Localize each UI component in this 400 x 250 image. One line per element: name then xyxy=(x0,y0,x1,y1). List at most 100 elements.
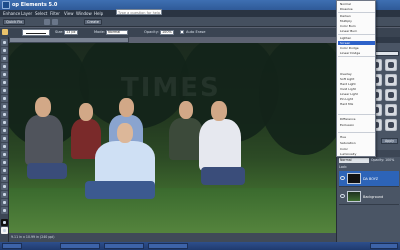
blend-option-hue[interactable]: Hue xyxy=(338,135,375,139)
layer-thumbnail xyxy=(347,173,361,184)
blend-option-color-dodge[interactable]: Color Dodge xyxy=(338,46,375,50)
os-taskbar xyxy=(0,242,400,250)
gradient-tool-icon[interactable] xyxy=(1,183,8,190)
mode-select[interactable]: Normal xyxy=(106,30,128,35)
help-search-input[interactable] xyxy=(117,11,161,15)
taskbar-start-button[interactable] xyxy=(2,243,22,249)
taskbar-item[interactable] xyxy=(60,243,100,249)
create-label: Create xyxy=(87,20,99,24)
blend-option-linear-dodge[interactable]: Linear Dodge xyxy=(338,51,375,55)
undo-icon[interactable] xyxy=(44,19,50,25)
blend-option-difference[interactable]: Difference xyxy=(338,117,375,121)
photo-canvas[interactable]: TIMES xyxy=(9,43,336,233)
taskbar-item[interactable] xyxy=(104,243,144,249)
blend-option-luminosity[interactable]: Luminosity xyxy=(338,152,375,156)
blend-option-hard-mix[interactable]: Hard Mix xyxy=(338,102,375,106)
foreground-color-swatch[interactable] xyxy=(1,219,8,226)
crop-tool-icon[interactable] xyxy=(1,111,8,118)
menu-item-select[interactable]: Select xyxy=(35,11,47,16)
menu-separator xyxy=(338,114,375,115)
layer-row-background[interactable]: Background xyxy=(339,189,399,205)
lasso-tool-icon[interactable] xyxy=(1,79,8,86)
tree-foliage xyxy=(259,43,336,155)
shape-tool-icon[interactable] xyxy=(1,191,8,198)
layer-opacity-label[interactable]: Opacity: 100% xyxy=(371,158,394,162)
blend-option-darken[interactable]: Darken xyxy=(338,14,375,18)
style-swatch[interactable] xyxy=(385,104,397,116)
blend-option-screen[interactable]: Screen xyxy=(338,41,375,45)
blend-option-normal[interactable]: Normal xyxy=(338,2,375,6)
background-color-swatch[interactable] xyxy=(1,227,8,234)
cookie-cutter-tool-icon[interactable] xyxy=(1,119,8,126)
blend-option-dissolve[interactable]: Dissolve xyxy=(338,7,375,11)
style-swatch[interactable] xyxy=(385,89,397,101)
blend-option-hard-light[interactable]: Hard Light xyxy=(338,82,375,86)
quick-fix-label: Quick Fix xyxy=(6,20,23,24)
blend-option-color-burn[interactable]: Color Burn xyxy=(338,24,375,28)
quick-fix-button[interactable]: Quick Fix xyxy=(3,19,26,25)
redo-icon[interactable] xyxy=(52,19,58,25)
opacity-field[interactable]: 100% xyxy=(160,30,174,35)
red-eye-tool-icon[interactable] xyxy=(1,127,8,134)
sponge-tool-icon[interactable] xyxy=(1,207,8,214)
app-title: op Elements 5.0 xyxy=(12,2,58,8)
blend-option-multiply[interactable]: Multiply xyxy=(338,19,375,23)
layer-lock-label: Lock: xyxy=(339,165,348,169)
blend-option-lighten[interactable]: Lighten xyxy=(338,36,375,40)
menu-separator xyxy=(338,34,375,35)
style-swatch[interactable] xyxy=(385,74,397,86)
blend-option-saturation[interactable]: Saturation xyxy=(338,141,375,145)
menu-item-enhance[interactable]: Enhance xyxy=(3,11,20,16)
blend-option-color[interactable]: Color xyxy=(338,147,375,151)
move-tool-icon[interactable] xyxy=(1,39,8,46)
blend-option-overlay[interactable]: Overlay xyxy=(338,72,375,76)
type-tool-icon[interactable] xyxy=(1,103,8,110)
brush-preview[interactable] xyxy=(22,29,50,36)
menu-item-filter[interactable]: Filter xyxy=(50,11,60,16)
status-bar: 9.11 in x 10.99 in (240 ppi) xyxy=(9,233,336,242)
menu-item-layer[interactable]: Layer xyxy=(21,11,32,16)
taskbar-item[interactable] xyxy=(148,243,188,249)
eraser-tool-icon[interactable] xyxy=(1,151,8,158)
eye-icon[interactable] xyxy=(340,194,345,198)
paint-bucket-tool-icon[interactable] xyxy=(1,175,8,182)
apply-button[interactable]: Apply xyxy=(381,138,398,144)
style-swatch[interactable] xyxy=(385,119,397,131)
menu-item-window[interactable]: Window xyxy=(76,11,92,16)
size-field[interactable]: 13 px xyxy=(64,30,78,35)
magic-wand-tool-icon[interactable] xyxy=(1,87,8,94)
layer-row-da-boyz[interactable]: DA BOYZ xyxy=(339,171,399,187)
blend-option-exclusion[interactable]: Exclusion xyxy=(338,123,375,127)
blend-option-vivid-light[interactable]: Vivid Light xyxy=(338,87,375,91)
opacity-label: Opacity: xyxy=(144,30,159,34)
create-button[interactable]: Create xyxy=(84,19,102,25)
selection-brush-tool-icon[interactable] xyxy=(1,95,8,102)
photo-watermark: TIMES xyxy=(121,73,221,103)
eye-icon[interactable] xyxy=(340,176,345,180)
menu-item-view[interactable]: View xyxy=(64,11,74,16)
menu-item-help[interactable]: Help xyxy=(94,11,103,16)
layer-blend-mode-select[interactable]: Normal xyxy=(339,158,369,163)
marquee-tool-icon[interactable] xyxy=(1,71,8,78)
blur-tool-icon[interactable] xyxy=(1,199,8,206)
eyedropper-tool-icon[interactable] xyxy=(1,63,8,70)
blend-option-soft-light[interactable]: Soft Light xyxy=(338,77,375,81)
auto-erase-label: Auto Erase xyxy=(186,30,206,34)
blend-option-pin-light[interactable]: Pin Light xyxy=(338,97,375,101)
brush-icon[interactable] xyxy=(2,29,8,35)
blend-option-linear-burn[interactable]: Linear Burn xyxy=(338,29,375,33)
blend-option-linear-light[interactable]: Linear Light xyxy=(338,92,375,96)
layer-name: DA BOYZ xyxy=(363,177,379,181)
zoom-tool-icon[interactable] xyxy=(1,47,8,54)
style-swatch[interactable] xyxy=(385,59,397,71)
brush-tool-icon[interactable] xyxy=(1,167,8,174)
auto-erase-checkbox[interactable] xyxy=(180,30,184,34)
hand-tool-icon[interactable] xyxy=(1,55,8,62)
help-search[interactable] xyxy=(116,9,162,15)
toolbox xyxy=(0,37,9,242)
pencil-tool-icon[interactable] xyxy=(1,159,8,166)
clone-stamp-tool-icon[interactable] xyxy=(1,143,8,150)
mode-label: Mode: xyxy=(94,30,106,34)
menu-separator xyxy=(338,56,375,57)
healing-brush-tool-icon[interactable] xyxy=(1,135,8,142)
